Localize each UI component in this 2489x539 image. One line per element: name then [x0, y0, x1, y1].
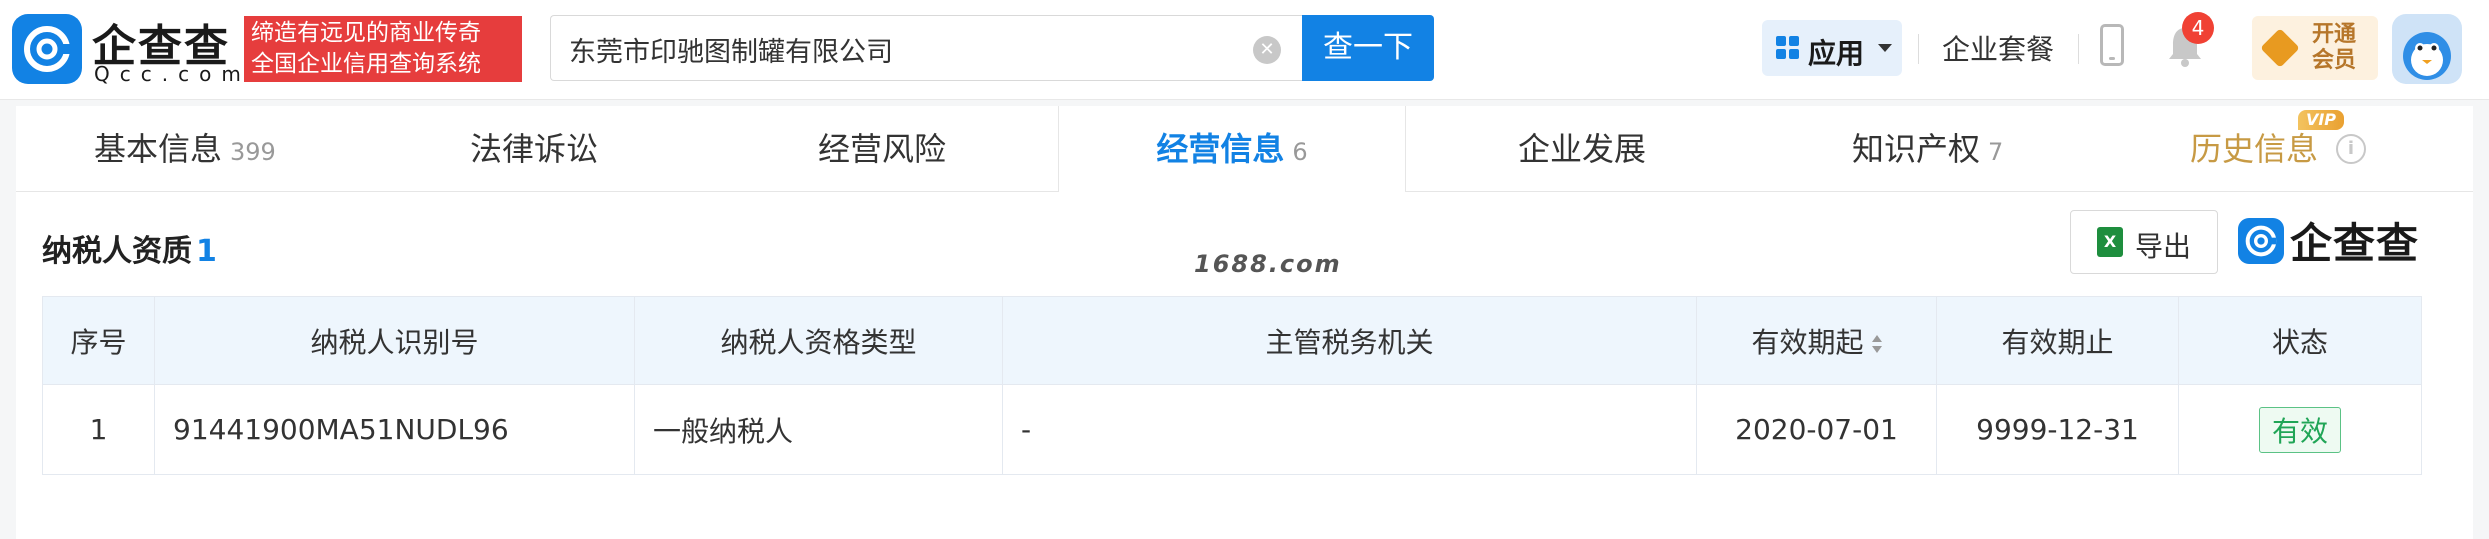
header-divider: [2078, 34, 2079, 64]
col-header-valid-to: 有效期止: [1936, 296, 2179, 385]
brand-text: 企查查: [2290, 219, 2420, 268]
table-header-row: 序号 纳税人识别号 纳税人资格类型 主管税务机关 有效期起 有效期止 状态: [42, 296, 2422, 385]
cell-qualification-type: 一般纳税人: [634, 384, 1003, 475]
cell-status: 有效: [2178, 384, 2422, 475]
clear-icon[interactable]: ✕: [1253, 36, 1281, 64]
tab-legal-litigation[interactable]: 法律诉讼: [470, 106, 598, 192]
table-row: 1 91441900MA51NUDL96 一般纳税人 - 2020-07-01 …: [42, 384, 2422, 475]
chevron-down-icon: [1878, 44, 1892, 52]
tab-label: 企业发展: [1518, 130, 1647, 168]
open-membership-button[interactable]: 开通 会员: [2252, 16, 2378, 80]
col-header-tax-authority: 主管税务机关: [1002, 296, 1697, 385]
col-header-index: 序号: [42, 296, 155, 385]
taxpayer-qualification-panel: 纳税人资质 1 1688.com X 导出 企查查 序号 纳税人识别号 纳税人资格…: [16, 192, 2473, 539]
vip-label: 开通 会员: [2312, 22, 2360, 74]
vip-label-line-2: 会员: [2312, 48, 2357, 73]
status-badge: 有效: [2258, 406, 2341, 453]
cell-taxpayer-id: 91441900MA51NUDL96: [154, 384, 635, 475]
avatar[interactable]: [2392, 14, 2462, 84]
search-box: ✕: [550, 15, 1302, 81]
search-input[interactable]: [569, 31, 1249, 67]
slogan-line-2: 全国企业信用查询系统: [251, 51, 481, 77]
tab-count: 6: [1292, 138, 1308, 166]
vip-tag: VIP: [2298, 110, 2344, 130]
top-header: 企查查 Qcc.com 缔造有远见的商业传奇 全国企业信用查询系统 ✕ 查一下 …: [0, 0, 2489, 100]
taxpayer-table: 序号 纳税人识别号 纳税人资格类型 主管税务机关 有效期起 有效期止 状态 1 …: [42, 296, 2422, 475]
logo-mark-icon: [12, 14, 82, 84]
qcc-brand-icon: [2238, 218, 2284, 264]
apps-menu-button[interactable]: 应用: [1762, 20, 1902, 76]
watermark-text: 1688.com: [1194, 250, 1342, 278]
info-icon[interactable]: i: [2336, 134, 2366, 164]
section-count: 1: [196, 234, 217, 269]
logo-domain: Qcc.com: [94, 62, 251, 86]
cell-tax-authority: -: [1002, 384, 1697, 475]
tab-count: 399: [230, 138, 276, 166]
col-header-taxpayer-id: 纳税人识别号: [154, 296, 635, 385]
col-header-valid-from-label: 有效期起: [1751, 325, 1864, 359]
sort-icon[interactable]: [1871, 334, 1882, 353]
tab-bar: 基本信息 399 法律诉讼 经营风险 经营信息 6 企业发展 知识产权 7 历史信息: [16, 106, 2473, 193]
mobile-phone-icon[interactable]: [2100, 24, 2124, 66]
export-button[interactable]: X 导出: [2070, 210, 2218, 274]
tab-label: 经营信息: [1156, 130, 1285, 168]
cell-valid-from: 2020-07-01: [1696, 384, 1937, 475]
apps-grid-icon: [1776, 36, 1800, 60]
enterprise-package-link[interactable]: 企业套餐: [1942, 28, 2054, 68]
tab-operating-info[interactable]: 经营信息 6: [1058, 106, 1406, 193]
section-title: 纳税人资质 1: [42, 226, 217, 270]
header-divider: [1918, 34, 1919, 64]
tab-operating-risk[interactable]: 经营风险: [818, 106, 946, 192]
vip-label-line-1: 开通: [2312, 22, 2357, 47]
qcc-logo[interactable]: 企查查 Qcc.com: [12, 14, 242, 86]
notification-badge: 4: [2182, 12, 2214, 44]
col-header-valid-from[interactable]: 有效期起: [1696, 296, 1937, 385]
tab-intellectual-property[interactable]: 知识产权 7: [1852, 106, 2003, 192]
tab-count: 7: [1988, 138, 2004, 166]
tab-label: 知识产权: [1852, 130, 1981, 168]
tab-label: 法律诉讼: [470, 130, 599, 168]
col-header-qualification-type: 纳税人资格类型: [634, 296, 1003, 385]
search-button[interactable]: 查一下: [1302, 15, 1434, 81]
section-title-text: 纳税人资质: [42, 234, 192, 269]
cell-valid-to: 9999-12-31: [1936, 384, 2179, 475]
apps-label: 应用: [1808, 37, 1865, 70]
col-header-status: 状态: [2178, 296, 2422, 385]
tab-label: 基本信息: [94, 130, 223, 168]
tab-label: 经营风险: [818, 130, 947, 168]
export-label: 导出: [2135, 230, 2192, 263]
slogan-line-1: 缔造有远见的商业传奇: [251, 20, 481, 46]
vip-diamond-icon: [2260, 28, 2300, 68]
slogan-banner: 缔造有远见的商业传奇 全国企业信用查询系统: [244, 16, 522, 82]
cell-index: 1: [42, 384, 155, 475]
tab-enterprise-development[interactable]: 企业发展: [1518, 106, 1646, 192]
tab-basic-info[interactable]: 基本信息 399: [94, 106, 276, 192]
excel-icon: X: [2097, 227, 2123, 257]
tab-label: 历史信息: [2190, 130, 2319, 168]
